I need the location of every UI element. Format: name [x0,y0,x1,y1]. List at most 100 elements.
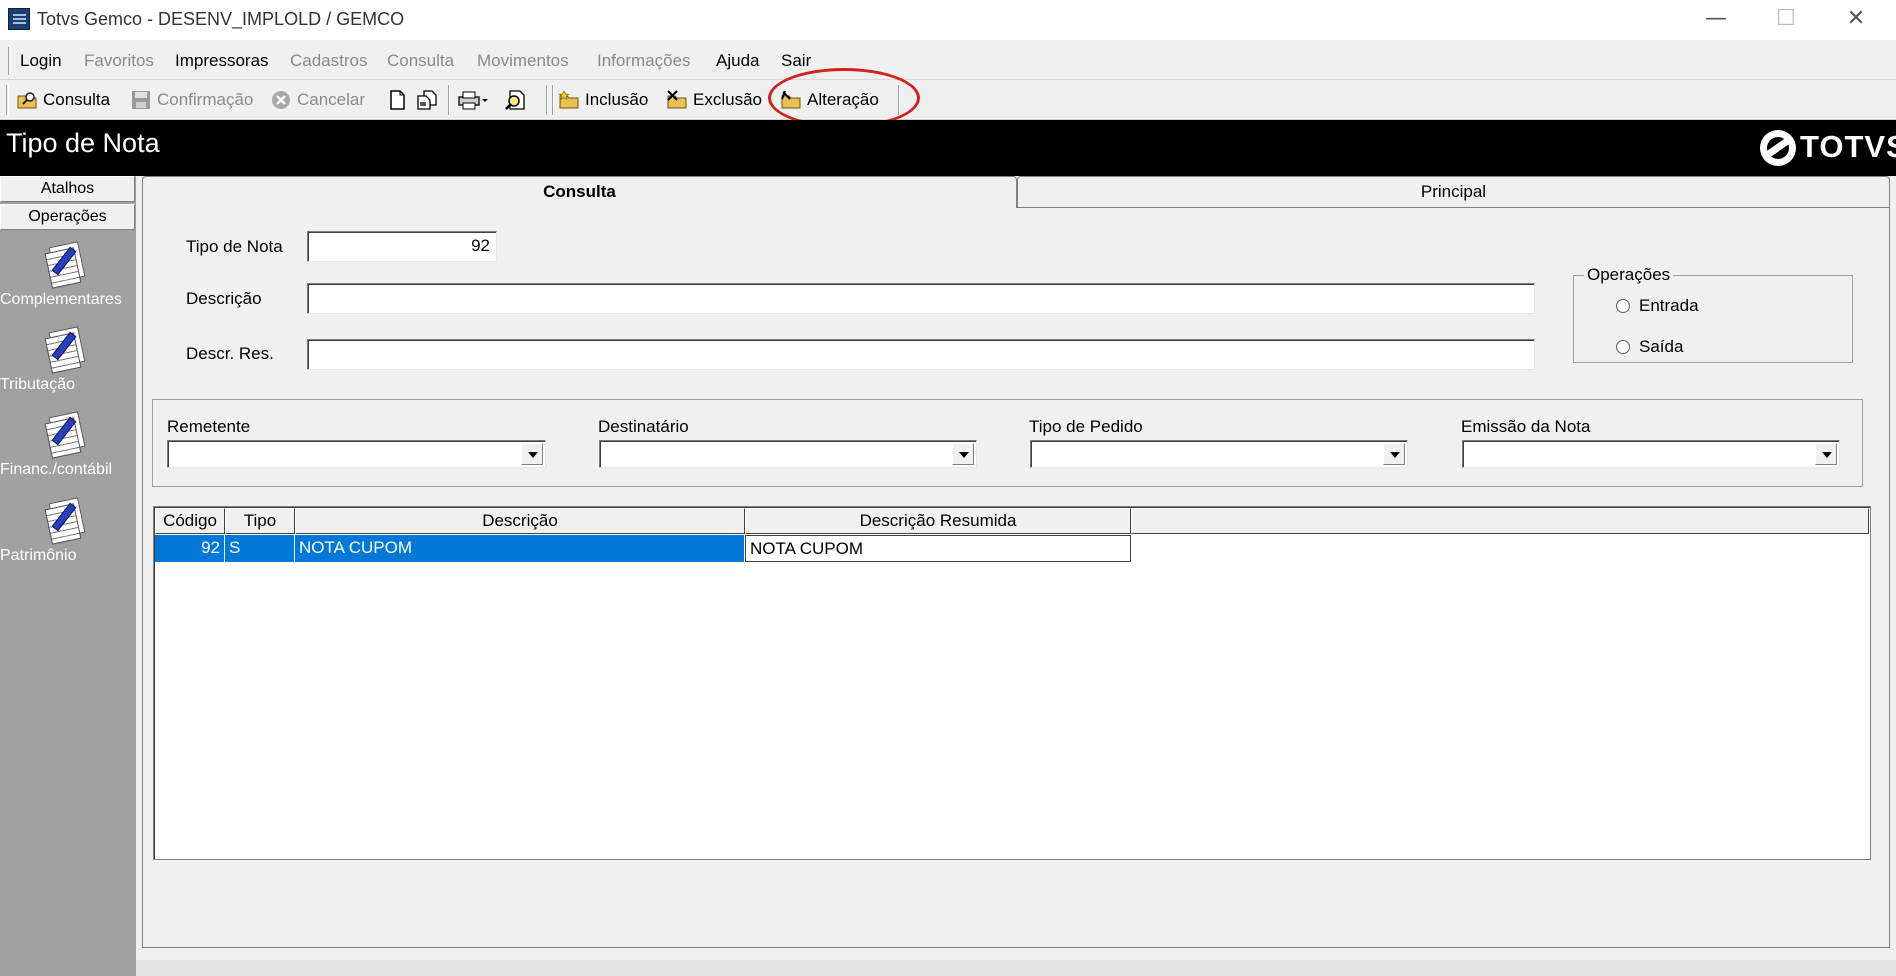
toolbar-separator [448,85,450,115]
column-header-descricao-resumida[interactable]: Descrição Resumida [745,508,1131,534]
tab-principal[interactable]: Principal [1017,176,1890,208]
maximize-button[interactable]: ☐ [1756,0,1816,40]
new-document-icon [386,90,408,110]
toolbar: Consulta Confirmação Cancelar Inclusão E… [0,80,1896,120]
document-pen-icon [42,497,86,545]
chevron-down-icon[interactable] [1383,443,1405,465]
sidebar-item-label: Tributação [0,376,75,393]
sidebar-item-label: Patrimônio [0,547,77,564]
sidebar-item-financ-contabil[interactable]: Financ./contábil [0,411,128,478]
menu-impressoras[interactable]: Impressoras [175,51,269,71]
print-preview-icon [504,90,526,110]
column-header-codigo[interactable]: Código [155,508,225,534]
radio-entrada-label: Entrada [1639,296,1699,315]
tipo-nota-label: Tipo de Nota [186,237,283,256]
exclusao-label: Exclusão [693,90,762,109]
confirmacao-button[interactable]: Confirmação [130,87,253,113]
save-icon [130,90,152,110]
radio-saida-label: Saída [1639,337,1684,356]
sidebar-tab-operacoes[interactable]: Operações [0,204,135,230]
table-cell-descricao[interactable]: NOTA CUPOM [295,535,745,562]
sidebar-item-patrimonio[interactable]: Patrimônio [0,497,128,564]
menu-cadastros[interactable]: Cadastros [290,51,367,71]
column-header-filler [1131,508,1869,534]
radio-circle [1616,340,1630,354]
descr-res-label: Descr. Res. [186,344,274,363]
page-title: Tipo de Nota [6,128,160,158]
copy-document-icon [416,90,438,110]
menu-bar: Login Favoritos Impressoras Cadastros Co… [0,42,1896,80]
menu-informacoes[interactable]: Informações [597,51,691,71]
document-pen-icon [42,326,86,374]
tab-consulta[interactable]: Consulta [142,176,1017,208]
sidebar-item-label: Financ./contábil [0,461,113,478]
document-pen-icon [42,241,86,289]
print-button[interactable] [458,87,488,113]
exclusao-button[interactable]: Exclusão [666,87,762,113]
sidebar-tab-atalhos[interactable]: Atalhos [0,176,135,202]
emissao-nota-select[interactable] [1462,440,1840,468]
printer-icon [458,90,488,110]
preview-button[interactable] [504,87,531,113]
sidebar-item-label: Complementares [0,291,122,308]
chevron-down-icon[interactable] [521,443,543,465]
window-title: Totvs Gemco - DESENV_IMPLOLD / GEMCO [37,9,405,29]
column-header-descricao[interactable]: Descrição [295,508,745,534]
cancelar-button[interactable]: Cancelar [270,87,365,113]
totvs-logo-text: TOTVS [1800,129,1896,164]
toolbar-grip [6,85,9,115]
cancel-icon [270,90,292,110]
toolbar-separator [552,85,554,115]
column-header-tipo[interactable]: Tipo [225,508,295,534]
chevron-down-icon[interactable] [952,443,974,465]
radio-saida[interactable]: Saída [1616,337,1683,357]
tipo-pedido-label: Tipo de Pedido [1029,417,1143,436]
app-icon [8,8,30,30]
query-folder-icon [16,90,38,110]
descr-res-field[interactable] [307,339,1535,370]
operacoes-group-title: Operações [1584,265,1674,285]
confirmacao-label: Confirmação [157,90,254,109]
menu-favoritos[interactable]: Favoritos [84,51,154,71]
sidebar-item-complementares[interactable]: Complementares [0,241,128,308]
menu-consulta[interactable]: Consulta [387,51,454,71]
document-pen-icon [42,411,86,459]
cancelar-label: Cancelar [297,90,366,109]
minimize-button[interactable]: — [1686,0,1746,40]
remetente-select[interactable] [167,440,546,468]
menu-sair[interactable]: Sair [781,51,811,71]
close-button[interactable]: ✕ [1826,0,1886,40]
consulta-button[interactable]: Consulta [16,87,110,113]
destinatario-label: Destinatário [598,417,689,436]
consulta-label: Consulta [43,90,111,109]
radio-circle [1616,299,1630,313]
tipo-nota-field[interactable]: 92 [307,231,497,262]
menu-login[interactable]: Login [20,51,62,71]
radio-entrada[interactable]: Entrada [1616,296,1699,316]
table-cell-codigo[interactable]: 92 [155,535,225,562]
menu-movimentos[interactable]: Movimentos [477,51,569,71]
toolbar-separator [546,85,548,115]
descricao-field[interactable] [307,283,1535,314]
delete-folder-icon [666,90,688,110]
menu-grip [8,47,11,75]
remetente-label: Remetente [167,417,251,436]
chevron-down-icon[interactable] [1815,443,1837,465]
table-cell-descricao-resumida[interactable]: NOTA CUPOM [745,535,1131,562]
destinatario-select[interactable] [599,440,977,468]
new-document-button[interactable] [386,87,413,113]
copy-document-button[interactable] [416,87,443,113]
tipo-pedido-select[interactable] [1030,440,1408,468]
menu-ajuda[interactable]: Ajuda [716,51,759,71]
sidebar-item-tributacao[interactable]: Tributação [0,326,128,393]
inclusao-label: Inclusão [585,90,649,109]
status-strip [136,960,1896,976]
sidebar: Atalhos Operações Complementares Tributa… [0,176,136,976]
operacoes-group [1573,275,1853,363]
totvs-logo-icon [1760,130,1796,166]
header-band [0,120,1896,176]
inclusao-button[interactable]: Inclusão [558,87,648,113]
table-cell-tipo[interactable]: S [225,535,295,562]
descricao-label: Descrição [186,289,262,308]
highlight-annotation [768,68,920,128]
